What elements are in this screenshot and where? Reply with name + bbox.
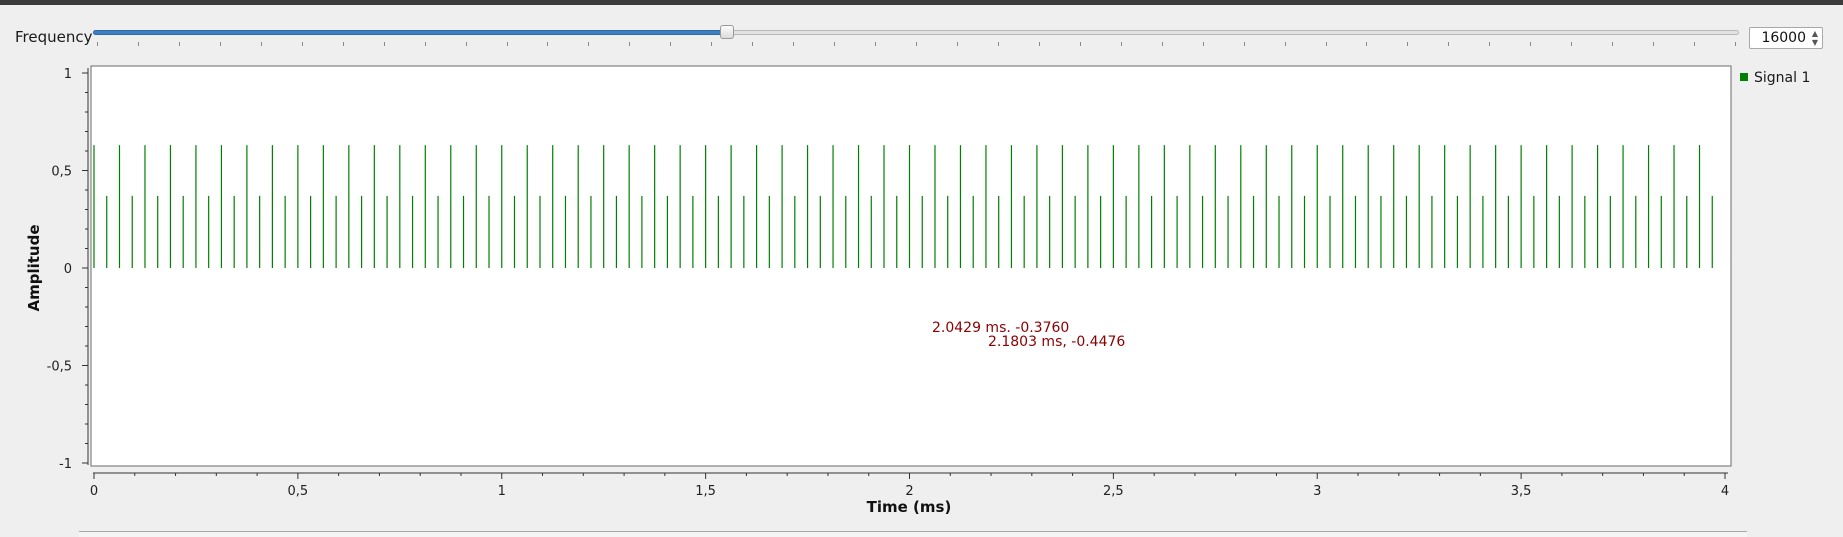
y-tick-label: 0 [64, 262, 72, 277]
x-tick-label: 2,5 [1103, 484, 1124, 499]
x-tick-label: 2 [905, 484, 913, 499]
y-axis-label: Amplitude [25, 224, 43, 311]
legend[interactable]: Signal 1 [1740, 70, 1810, 86]
time-domain-plot: 10,50-0,5-1 0 0,5 1 1,5 2 2,5 3 3,5 4 Amplitude … [25, 65, 1732, 516]
x-axis-ticks: 0 0,5 1 1,5 2 2,5 3 3,5 4 [90, 473, 1729, 499]
y-tick-label: -0,5 [47, 360, 72, 375]
x-tick-label: 1,5 [695, 484, 716, 499]
plot-canvas [90, 65, 1732, 467]
y-tick-label: -1 [59, 457, 72, 472]
legend-label: Signal 1 [1754, 70, 1811, 86]
legend-swatch-icon [1740, 73, 1748, 81]
y-axis-ticks: 1 0,5 0 -0,5 -1 [47, 67, 88, 472]
x-tick-label: 3 [1313, 484, 1321, 499]
x-tick-label: 3,5 [1511, 484, 1532, 499]
x-tick-label: 1 [498, 484, 506, 499]
x-tick-label: 0 [90, 484, 98, 499]
x-tick-label: 0,5 [288, 484, 309, 499]
bottom-panel-edge [79, 531, 1747, 537]
marker-annotation-2: 2.1803 ms, -0.4476 [988, 334, 1125, 350]
y-tick-label: 0,5 [51, 165, 72, 180]
y-tick-label: 1 [64, 67, 72, 82]
x-axis-label: Time (ms) [867, 498, 952, 516]
x-tick-label: 4 [1721, 484, 1729, 499]
